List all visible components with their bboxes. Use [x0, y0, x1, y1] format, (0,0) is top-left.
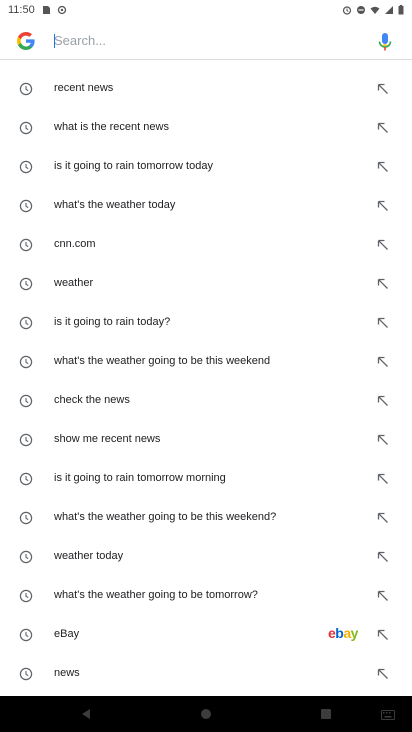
ebay-logo: ebay — [328, 625, 358, 641]
suggestion-item[interactable]: eBay ebay — [0, 616, 412, 655]
status-bar: 11:50 — [0, 0, 412, 20]
history-clock-icon — [19, 667, 33, 681]
fill-query-arrow-icon[interactable] — [376, 550, 390, 564]
history-clock-icon — [19, 160, 33, 174]
suggestion-label: what's the weather going to be tomorrow? — [54, 589, 258, 601]
history-clock-icon — [19, 433, 33, 447]
history-clock-icon — [19, 589, 33, 603]
history-clock-icon — [19, 238, 33, 252]
fill-query-arrow-icon[interactable] — [376, 394, 390, 408]
fill-query-arrow-icon[interactable] — [376, 199, 390, 213]
sd-card-icon — [42, 6, 50, 14]
history-clock-icon — [19, 82, 33, 96]
recents-icon[interactable] — [320, 708, 332, 720]
suggestion-item[interactable]: what is the recent news — [0, 109, 412, 148]
suggestion-label: check the news — [54, 394, 130, 406]
wifi-icon — [370, 6, 380, 14]
suggestion-item[interactable]: what's the weather going to be tomorrow? — [0, 577, 412, 616]
suggestion-item[interactable]: show me recent news — [0, 421, 412, 460]
fill-query-arrow-icon[interactable] — [376, 433, 390, 447]
fill-query-arrow-icon[interactable] — [376, 277, 390, 291]
history-clock-icon — [19, 199, 33, 213]
text-cursor — [54, 34, 55, 48]
do-not-disturb-icon — [357, 6, 365, 14]
suggestion-label: is it going to rain tomorrow morning — [54, 472, 226, 484]
suggestion-label: is it going to rain tomorrow today — [54, 160, 213, 172]
history-clock-icon — [19, 511, 33, 525]
home-icon[interactable] — [200, 708, 212, 720]
suggestion-item[interactable]: weather today — [0, 538, 412, 577]
search-input[interactable] — [54, 28, 354, 52]
status-time: 11:50 — [8, 4, 35, 16]
suggestion-item[interactable]: is it going to rain tomorrow today — [0, 148, 412, 187]
history-clock-icon — [19, 628, 33, 642]
battery-icon — [398, 5, 404, 15]
fill-query-arrow-icon[interactable] — [376, 160, 390, 174]
keyboard-icon[interactable] — [381, 710, 395, 720]
suggestion-item[interactable]: what's the weather today — [0, 187, 412, 226]
suggestion-item[interactable]: what's the weather going to be this week… — [0, 343, 412, 382]
google-logo-icon[interactable] — [16, 31, 36, 51]
history-clock-icon — [19, 121, 33, 135]
back-icon[interactable] — [80, 708, 92, 720]
suggestion-label: what's the weather today — [54, 199, 176, 211]
suggestion-label: what's the weather going to be this week… — [54, 511, 277, 523]
fill-query-arrow-icon[interactable] — [376, 316, 390, 330]
suggestion-label: what's the weather going to be this week… — [54, 355, 271, 367]
suggestion-item[interactable]: recent news — [0, 70, 412, 109]
suggestion-list: recent news what is the recent news is i… — [0, 70, 412, 694]
history-clock-icon — [19, 277, 33, 291]
suggestion-item[interactable]: is it going to rain today? — [0, 304, 412, 343]
suggestion-label: weather — [54, 277, 94, 289]
fill-query-arrow-icon[interactable] — [376, 511, 390, 525]
navigation-bar — [0, 696, 412, 732]
history-clock-icon — [19, 472, 33, 486]
fill-query-arrow-icon[interactable] — [376, 355, 390, 369]
suggestion-label: recent news — [54, 82, 114, 94]
fill-query-arrow-icon[interactable] — [376, 589, 390, 603]
suggestion-item[interactable]: what's the weather going to be this week… — [0, 499, 412, 538]
suggestion-label: is it going to rain today? — [54, 316, 171, 328]
signal-icon — [385, 6, 393, 14]
history-clock-icon — [19, 550, 33, 564]
history-clock-icon — [19, 316, 33, 330]
history-clock-icon — [19, 355, 33, 369]
fill-query-arrow-icon[interactable] — [376, 82, 390, 96]
search-bar — [0, 20, 412, 60]
fill-query-arrow-icon[interactable] — [376, 238, 390, 252]
suggestion-label: news — [54, 667, 80, 679]
microphone-icon[interactable] — [378, 32, 392, 52]
suggestion-item[interactable]: check the news — [0, 382, 412, 421]
sync-icon — [57, 5, 66, 15]
alarm-icon — [342, 6, 352, 15]
suggestion-item[interactable]: news — [0, 655, 412, 694]
suggestion-label: weather today — [54, 550, 124, 562]
suggestion-label: show me recent news — [54, 433, 161, 445]
suggestion-label: cnn.com — [54, 238, 96, 250]
fill-query-arrow-icon[interactable] — [376, 628, 390, 642]
suggestion-label: eBay — [54, 628, 80, 640]
suggestion-item[interactable]: cnn.com — [0, 226, 412, 265]
suggestion-item[interactable]: is it going to rain tomorrow morning — [0, 460, 412, 499]
suggestion-item[interactable]: weather — [0, 265, 412, 304]
suggestion-label: what is the recent news — [54, 121, 169, 133]
fill-query-arrow-icon[interactable] — [376, 667, 390, 681]
history-clock-icon — [19, 394, 33, 408]
fill-query-arrow-icon[interactable] — [376, 472, 390, 486]
fill-query-arrow-icon[interactable] — [376, 121, 390, 135]
